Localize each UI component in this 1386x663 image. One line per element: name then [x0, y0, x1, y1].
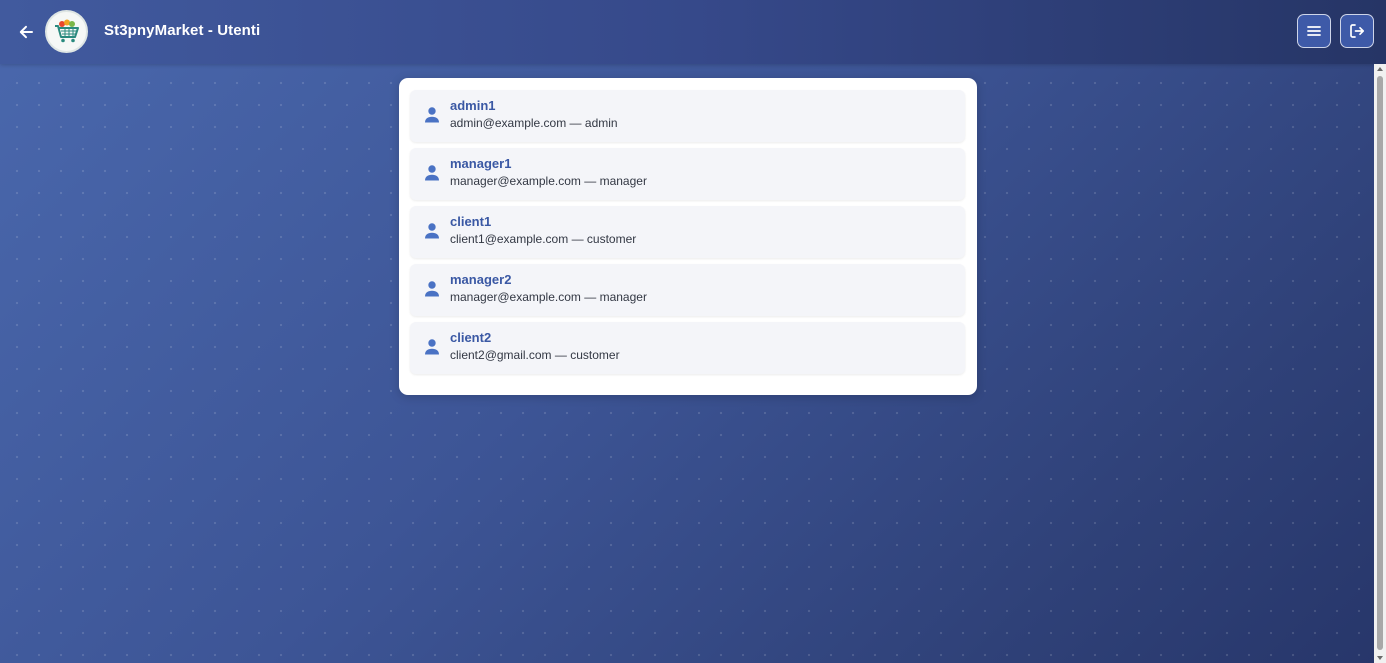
scroll-up-arrow-icon[interactable] [1377, 67, 1383, 71]
user-details: manager@example.com — manager [450, 174, 647, 188]
person-icon [425, 281, 439, 297]
users-card: admin1 admin@example.com — admin manager… [399, 78, 977, 395]
logout-icon [1350, 24, 1365, 38]
arrow-left-icon [19, 25, 33, 39]
user-details: client2@gmail.com — customer [450, 348, 620, 362]
user-name: client2 [450, 330, 492, 345]
user-name: client1 [450, 214, 492, 229]
user-list-item-manager2[interactable]: manager2 manager@example.com — manager [410, 264, 965, 316]
scroll-down-arrow-icon[interactable] [1377, 656, 1383, 660]
vertical-scrollbar[interactable] [1374, 64, 1386, 663]
top-app-bar: St3pnyMarket - Utenti [0, 0, 1386, 64]
user-details: manager@example.com — manager [450, 290, 647, 304]
user-list-item-admin1[interactable]: admin1 admin@example.com — admin [410, 90, 965, 142]
user-name: manager2 [450, 272, 512, 287]
users-list: admin1 admin@example.com — admin manager… [410, 90, 965, 380]
user-details: admin@example.com — admin [450, 116, 618, 130]
back-button[interactable] [14, 20, 38, 44]
page-title: St3pnyMarket - Utenti [104, 22, 261, 39]
person-icon [425, 223, 439, 239]
user-name: admin1 [450, 98, 496, 113]
menu-button[interactable] [1297, 14, 1331, 48]
user-list-item-manager1[interactable]: manager1 manager@example.com — manager [410, 148, 965, 200]
user-list-item-client1[interactable]: client1 client1@example.com — customer [410, 206, 965, 258]
person-icon [425, 107, 439, 123]
shopping-cart-logo-icon [54, 19, 79, 42]
user-list-item-client2[interactable]: client2 client2@gmail.com — customer [410, 322, 965, 374]
scrollbar-thumb[interactable] [1377, 76, 1383, 650]
hamburger-menu-icon [1307, 26, 1321, 36]
user-details: client1@example.com — customer [450, 232, 637, 246]
person-icon [425, 339, 439, 355]
user-name: manager1 [450, 156, 512, 171]
logout-button[interactable] [1340, 14, 1374, 48]
app-logo [45, 10, 88, 53]
person-icon [425, 165, 439, 181]
